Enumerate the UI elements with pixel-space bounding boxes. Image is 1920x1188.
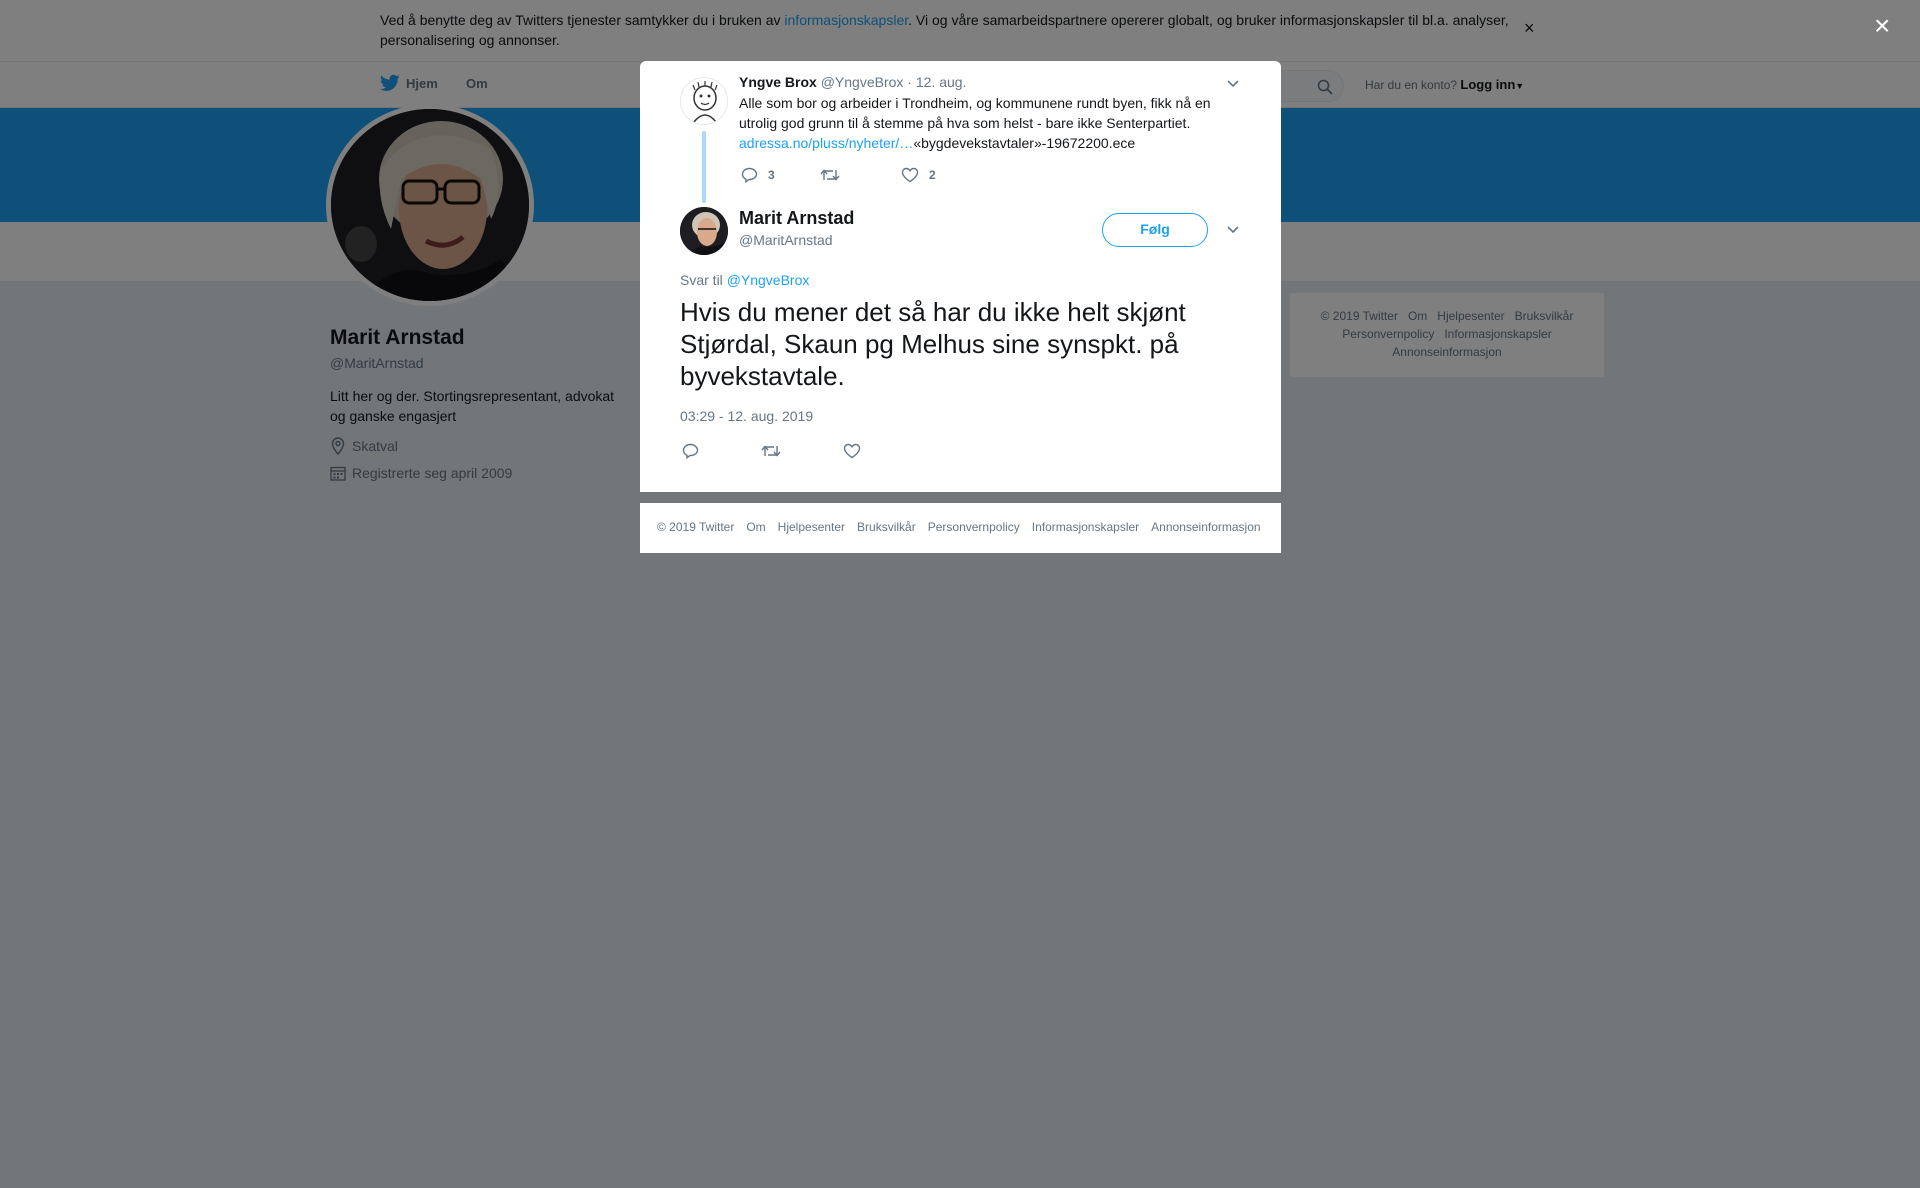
thread-line (702, 131, 706, 203)
parent-tweet-link-tail: «bygdevekstavtaler»-19672200.ece (913, 135, 1136, 151)
parent-like-button[interactable]: 2 (901, 167, 936, 183)
footer-link[interactable]: © 2019 Twitter (657, 520, 734, 534)
tweet-author-avatar[interactable] (680, 207, 728, 255)
parent-author-handle[interactable]: @YngveBrox (821, 74, 904, 90)
footer-link[interactable]: Om (746, 520, 765, 534)
tweet-author-name[interactable]: Marit Arnstad (739, 208, 854, 229)
reply-to-handle[interactable]: @YngveBrox (727, 272, 810, 288)
footer-link[interactable]: Personvernpolicy (928, 520, 1020, 534)
parent-tweet-avatar[interactable] (680, 77, 728, 125)
footer-link[interactable]: Bruksvilkår (857, 520, 916, 534)
parent-retweet-button[interactable] (820, 167, 850, 183)
footer-link[interactable]: Annonseinformasjon (1151, 520, 1260, 534)
parent-tweet-header: Yngve Brox @YngveBrox · 12. aug. (739, 74, 966, 90)
tweet-author-handle[interactable]: @MaritArnstad (739, 232, 833, 248)
reply-icon[interactable] (682, 443, 699, 459)
parent-reply-button[interactable]: 3 (741, 167, 775, 183)
reply-to-label: Svar til (680, 272, 727, 288)
parent-tweet-date[interactable]: · 12. aug. (907, 74, 966, 90)
like-count: 2 (929, 168, 936, 182)
reply-to-line: Svar til @YngveBrox (680, 272, 809, 288)
parent-author-name[interactable]: Yngve Brox (739, 74, 817, 90)
tweet-timestamp[interactable]: 03:29 - 12. aug. 2019 (680, 408, 813, 424)
footer-link[interactable]: Informasjonskapsler (1032, 520, 1139, 534)
chevron-down-icon[interactable] (1226, 79, 1240, 89)
parent-tweet-body: Alle som bor og arbeider i Trondheim, og… (739, 95, 1211, 131)
reply-count: 3 (768, 168, 775, 182)
tweet-text: Hvis du mener det så har du ikke helt sk… (680, 297, 1186, 391)
heart-icon[interactable] (843, 443, 861, 459)
retweet-icon[interactable] (761, 443, 781, 459)
heart-icon (901, 167, 919, 183)
follow-button[interactable]: Følg (1102, 213, 1208, 247)
reply-icon (741, 167, 758, 183)
chevron-down-icon[interactable] (1226, 225, 1240, 235)
footer-link[interactable]: Hjelpesenter (778, 520, 845, 534)
cartoon-avatar-image (681, 78, 727, 124)
author-photo (680, 207, 728, 255)
modal-close-button[interactable]: × (1874, 12, 1890, 40)
parent-tweet-link[interactable]: adressa.no/pluss/nyheter/… (739, 135, 913, 151)
tweet-modal: Yngve Brox @YngveBrox · 12. aug. Alle so… (640, 61, 1281, 492)
parent-tweet-text: Alle som bor og arbeider i Trondheim, og… (739, 93, 1239, 153)
modal-footer: © 2019 Twitter Om Hjelpesenter Bruksvilkår P… (640, 503, 1281, 553)
retweet-icon (820, 169, 840, 181)
